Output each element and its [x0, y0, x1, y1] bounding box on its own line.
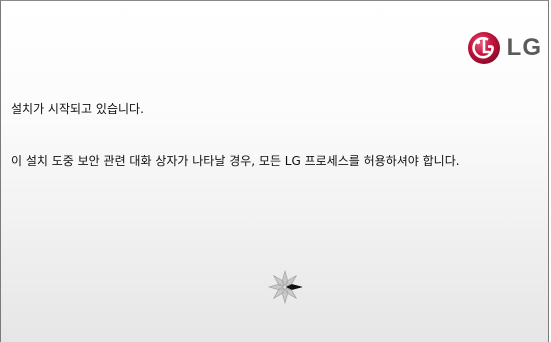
installer-window: LG 설치가 시작되고 있습니다. 이 설치 도중 보안 관련 대화 상자가 나… [0, 0, 549, 342]
lg-logo: LG [467, 29, 542, 67]
lg-face-icon [467, 32, 500, 64]
status-message: 설치가 시작되고 있습니다. [11, 102, 144, 116]
loading-spinner-icon [267, 269, 303, 305]
security-notice-message: 이 설치 도중 보안 관련 대화 상자가 나타날 경우, 모든 LG 프로세스를… [11, 154, 460, 168]
logo-wordmark: LG [506, 34, 542, 61]
